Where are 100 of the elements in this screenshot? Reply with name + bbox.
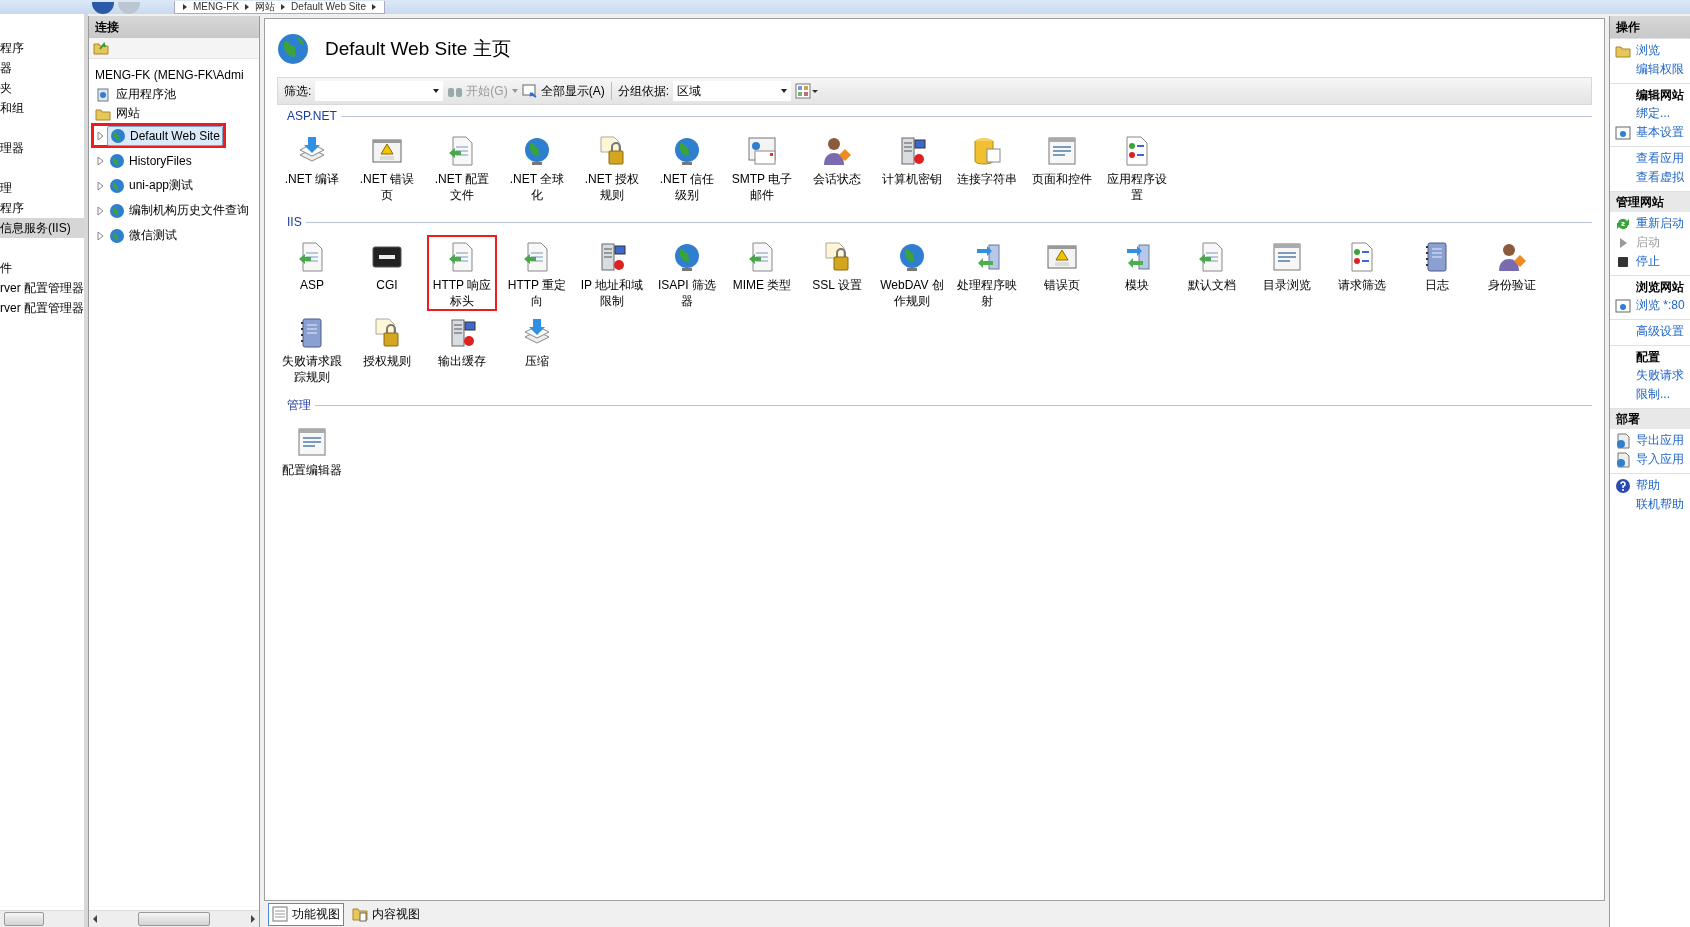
group-by-dropdown[interactable]: 区域 bbox=[673, 81, 791, 101]
section-heading: 管理网站 bbox=[1610, 192, 1690, 212]
feature-item[interactable]: SSL 设置 bbox=[802, 235, 872, 311]
feature-item[interactable]: .NET 编译 bbox=[277, 129, 347, 205]
feature-item[interactable]: WebDAV 创作规则 bbox=[877, 235, 947, 311]
scrollbar[interactable] bbox=[0, 910, 84, 927]
help-icon bbox=[1615, 477, 1631, 494]
feature-item[interactable]: 日志 bbox=[1402, 235, 1472, 311]
breadcrumb-item[interactable]: MENG-FK bbox=[193, 1, 240, 13]
action-link[interactable]: 限制... bbox=[1636, 386, 1670, 403]
expand-icon[interactable] bbox=[97, 180, 105, 191]
expand-icon[interactable] bbox=[97, 205, 105, 216]
show-all-button[interactable]: 全部显示(A) bbox=[521, 82, 605, 100]
feature-item[interactable]: 输出缓存 bbox=[427, 311, 497, 387]
tree-item[interactable]: 微信测试 bbox=[107, 226, 179, 245]
view-tab[interactable]: 内容视图 bbox=[348, 902, 424, 926]
tree-item[interactable]: rver 配置管理器 bbox=[0, 278, 84, 298]
feature-item[interactable]: ASP bbox=[277, 235, 347, 311]
action-link[interactable]: 查看应用 bbox=[1636, 150, 1684, 167]
tree-item[interactable]: 理器 bbox=[0, 138, 84, 158]
feature-item[interactable]: ISAPI 筛选器 bbox=[652, 235, 722, 311]
tree-item[interactable]: HistoryFiles bbox=[107, 151, 194, 170]
action-link[interactable]: 编辑权限 bbox=[1636, 61, 1684, 78]
feature-item[interactable]: 失败请求跟踪规则 bbox=[277, 311, 347, 387]
back-button[interactable] bbox=[92, 2, 114, 14]
action-link[interactable]: 联机帮助 bbox=[1636, 496, 1684, 513]
action-link[interactable]: 浏览 bbox=[1636, 42, 1660, 59]
tree-item[interactable]: 器 bbox=[0, 58, 84, 78]
database-icon bbox=[971, 135, 1003, 167]
feature-item[interactable]: HTTP 响应标头 bbox=[427, 235, 497, 311]
expand-icon[interactable] bbox=[97, 130, 105, 141]
action-link[interactable]: 导出应用 bbox=[1636, 432, 1684, 449]
section-heading: 编辑网站 bbox=[1635, 87, 1685, 104]
feature-item[interactable]: 目录浏览 bbox=[1252, 235, 1322, 311]
tree-item[interactable]: 程序 bbox=[0, 38, 84, 58]
tree-item[interactable]: 夹 bbox=[0, 78, 84, 98]
person-icon bbox=[1496, 241, 1528, 273]
tree-item[interactable]: MENG-FK (MENG-FK\Admi bbox=[89, 65, 259, 85]
feature-item[interactable]: SMTP 电子邮件 bbox=[727, 129, 797, 205]
expand-icon[interactable] bbox=[97, 230, 105, 241]
server-icon bbox=[95, 86, 111, 103]
action-link[interactable]: 高级设置 bbox=[1636, 323, 1684, 340]
feature-item[interactable]: 页面和控件 bbox=[1027, 129, 1097, 205]
feature-item[interactable]: 压缩 bbox=[502, 311, 572, 387]
view-tab[interactable]: 功能视图 bbox=[268, 902, 344, 926]
breadcrumb-item[interactable]: 网站 bbox=[255, 1, 276, 13]
view-icon[interactable] bbox=[795, 83, 819, 99]
feature-item[interactable]: 身份验证 bbox=[1477, 235, 1547, 311]
action-link[interactable]: 绑定... bbox=[1636, 105, 1670, 122]
tree-item[interactable]: rver 配置管理器 bbox=[0, 298, 84, 318]
feature-item[interactable]: IP 地址和域限制 bbox=[577, 235, 647, 311]
action-link[interactable]: 查看虚拟 bbox=[1636, 169, 1684, 186]
tree-item[interactable]: 应用程序池 bbox=[114, 85, 178, 104]
chevron-icon bbox=[281, 4, 286, 10]
feature-item[interactable]: .NET 错误页 bbox=[352, 129, 422, 205]
feature-item[interactable]: 错误页 bbox=[1027, 235, 1097, 311]
feature-item[interactable]: 授权规则 bbox=[352, 311, 422, 387]
action-link[interactable]: 帮助 bbox=[1636, 477, 1660, 494]
globe-icon bbox=[109, 177, 125, 194]
action-link[interactable]: 停止 bbox=[1636, 253, 1660, 270]
tree-item[interactable]: uni-app测试 bbox=[107, 176, 196, 195]
feature-item[interactable]: 请求筛选 bbox=[1327, 235, 1397, 311]
feature-item[interactable]: 默认文档 bbox=[1177, 235, 1247, 311]
feature-item[interactable]: 处理程序映射 bbox=[952, 235, 1022, 311]
tree-item[interactable]: 程序 bbox=[0, 198, 84, 218]
feature-item[interactable]: .NET 授权规则 bbox=[577, 129, 647, 205]
action-link[interactable]: 浏览 *:80 bbox=[1636, 297, 1685, 314]
folder-icon[interactable] bbox=[93, 40, 109, 56]
feature-item[interactable]: MIME 类型 bbox=[727, 235, 797, 311]
action-link[interactable]: 基本设置 bbox=[1636, 124, 1684, 141]
breadcrumb-item[interactable]: Default Web Site bbox=[291, 1, 366, 13]
tree-item[interactable]: Default Web Site bbox=[107, 125, 223, 146]
feature-item[interactable]: 模块 bbox=[1102, 235, 1172, 311]
globe-icon bbox=[110, 127, 126, 144]
feature-item[interactable]: 配置编辑器 bbox=[277, 420, 347, 488]
section-heading: IIS bbox=[287, 215, 302, 229]
tree-item[interactable]: 和组 bbox=[0, 98, 84, 118]
feature-item[interactable]: HTTP 重定向 bbox=[502, 235, 572, 311]
feature-item[interactable]: 应用程序设置 bbox=[1102, 129, 1172, 205]
expand-icon[interactable] bbox=[97, 155, 105, 166]
tree-item[interactable]: 件 bbox=[0, 258, 84, 278]
feature-item[interactable]: .NET 配置文件 bbox=[427, 129, 497, 205]
chevron-icon bbox=[371, 4, 376, 10]
action-link[interactable]: 导入应用 bbox=[1636, 451, 1684, 468]
feature-item[interactable]: 会话状态 bbox=[802, 129, 872, 205]
feature-item[interactable]: CGI bbox=[352, 235, 422, 311]
feature-item[interactable]: .NET 全球化 bbox=[502, 129, 572, 205]
tree-item[interactable]: 网站 bbox=[114, 104, 142, 123]
tree-item[interactable]: 编制机构历史文件查询 bbox=[107, 201, 251, 220]
caret-icon[interactable] bbox=[511, 89, 518, 93]
action-link[interactable]: 重新启动 bbox=[1636, 215, 1684, 232]
section-heading: 配置 bbox=[1635, 349, 1661, 366]
tree-item[interactable]: 信息服务(IIS) bbox=[0, 218, 84, 238]
tree-item[interactable]: 理 bbox=[0, 178, 84, 198]
section-heading: 部署 bbox=[1610, 409, 1690, 429]
feature-item[interactable]: 连接字符串 bbox=[952, 129, 1022, 205]
feature-item[interactable]: 计算机密钥 bbox=[877, 129, 947, 205]
action-link[interactable]: 失败请求 bbox=[1636, 367, 1684, 384]
feature-item[interactable]: .NET 信任级别 bbox=[652, 129, 722, 205]
scrollbar[interactable] bbox=[89, 910, 259, 927]
